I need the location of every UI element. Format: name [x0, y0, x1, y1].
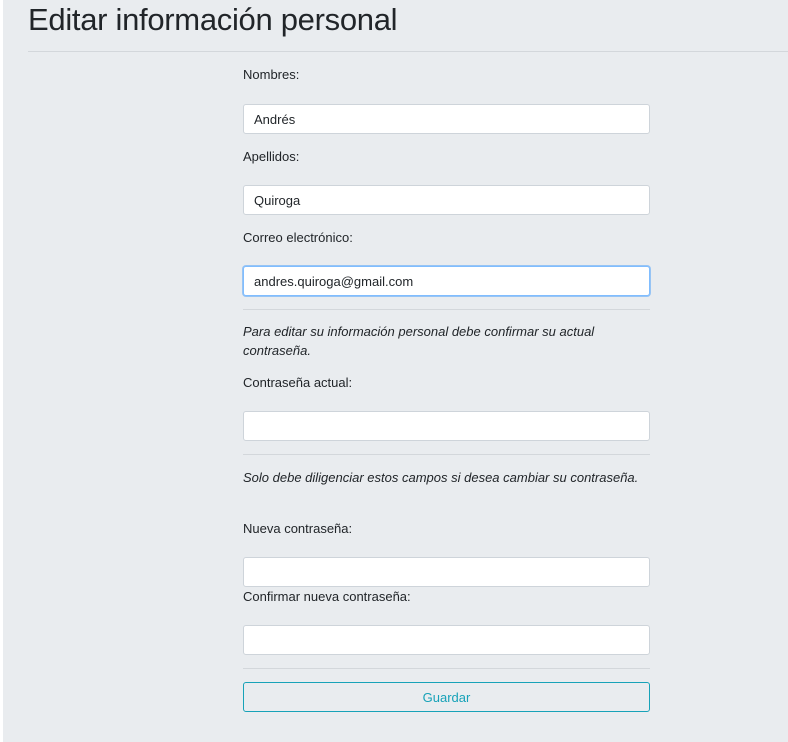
confirm-new-password-input[interactable]: [243, 625, 650, 655]
first-name-input[interactable]: [243, 104, 650, 134]
email-label: Correo electrónico:: [243, 230, 353, 245]
page-title: Editar información personal: [28, 2, 398, 37]
first-name-label: Nombres:: [243, 67, 300, 82]
last-name-input[interactable]: [243, 185, 650, 215]
save-button[interactable]: Guardar: [243, 682, 650, 712]
current-password-input[interactable]: [243, 411, 650, 441]
new-password-input[interactable]: [243, 557, 650, 587]
new-password-label: Nueva contraseña:: [243, 521, 353, 536]
email-input[interactable]: [243, 266, 650, 296]
last-name-label: Apellidos:: [243, 149, 300, 164]
page-background: Editar información personal Nombres: Ape…: [3, 0, 788, 742]
change-password-note: Solo debe diligenciar estos campos si de…: [243, 470, 639, 485]
section-divider: [243, 668, 650, 669]
title-divider: [28, 51, 788, 52]
confirm-new-password-label: Confirmar nueva contraseña:: [243, 589, 411, 604]
confirm-password-note: Para editar su información personal debe…: [243, 324, 595, 358]
section-divider: [243, 454, 650, 455]
section-divider: [243, 309, 650, 310]
current-password-label: Contraseña actual:: [243, 375, 353, 390]
